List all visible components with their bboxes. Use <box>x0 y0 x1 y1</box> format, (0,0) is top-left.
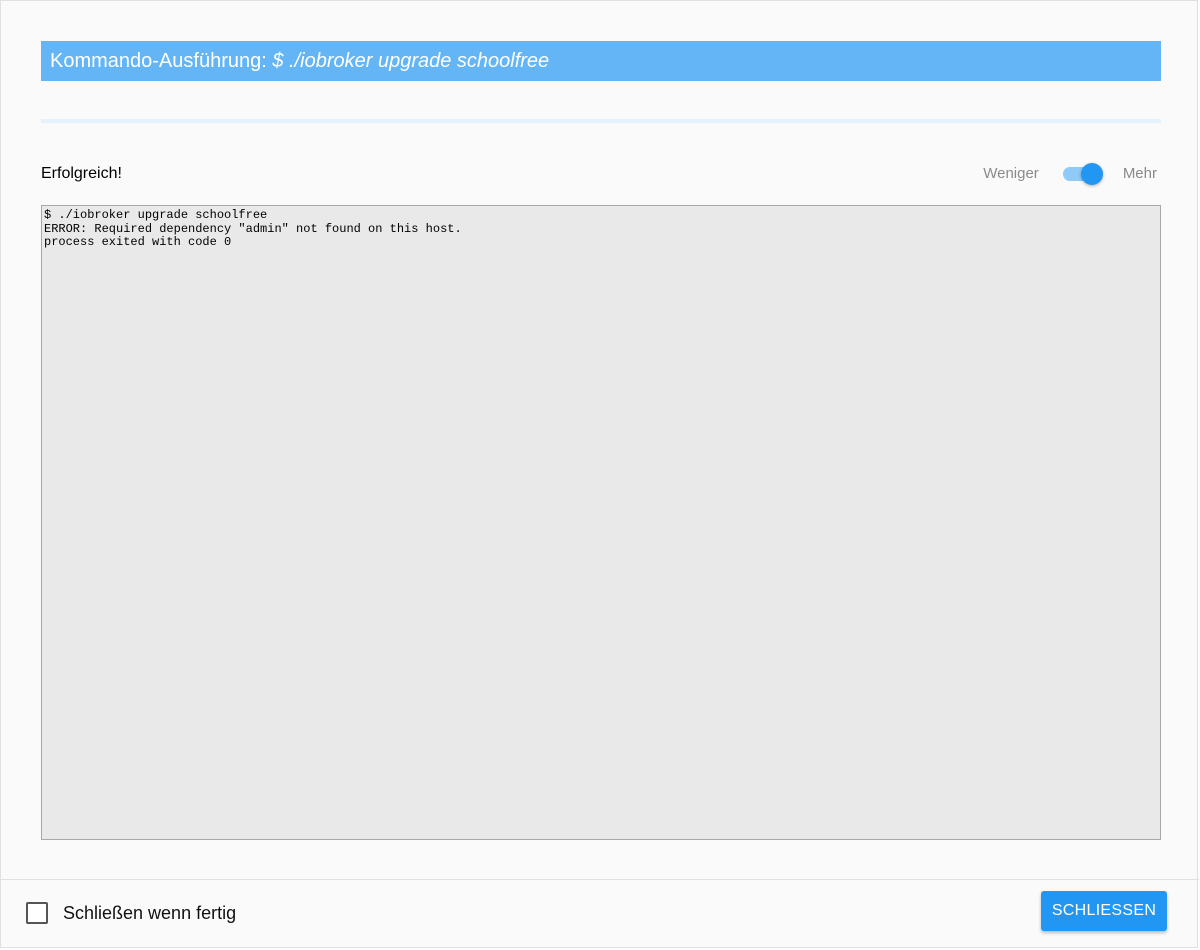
progress-bar <box>41 119 1161 123</box>
console-line: ERROR: Required dependency "admin" not f… <box>44 221 462 236</box>
dialog-title-prefix: Kommando-Ausführung: <box>50 50 273 72</box>
dialog-footer: Schließen wenn fertig SCHLIESSEN <box>1 879 1199 949</box>
command-dialog: Kommando-Ausführung: $ ./iobroker upgrad… <box>0 0 1199 949</box>
close-when-done-label[interactable]: Schließen wenn fertig <box>63 903 236 924</box>
verbosity-toggle-group: Weniger Mehr <box>983 161 1157 187</box>
close-when-done-checkbox[interactable] <box>26 902 48 924</box>
close-when-done-option[interactable]: Schließen wenn fertig <box>26 902 236 924</box>
console-line: $ ./iobroker upgrade schoolfree <box>44 208 268 222</box>
console-line: process exited with code 0 <box>44 235 232 249</box>
dialog-title-command: $ ./iobroker upgrade schoolfree <box>272 50 550 72</box>
dialog-title: Kommando-Ausführung: $ ./iobroker upgrad… <box>41 41 1161 81</box>
console-output[interactable]: $ ./iobroker upgrade schoolfree ERROR: R… <box>41 205 1161 840</box>
toggle-label-more: Mehr <box>1122 165 1157 182</box>
switch-thumb[interactable] <box>1080 163 1103 185</box>
status-text: Erfolgreich! <box>41 165 122 182</box>
progress-bar-fill <box>41 119 1161 123</box>
close-button[interactable]: SCHLIESSEN <box>1041 891 1167 931</box>
verbosity-switch[interactable] <box>1061 161 1105 187</box>
toggle-label-less: Weniger <box>983 165 1039 182</box>
